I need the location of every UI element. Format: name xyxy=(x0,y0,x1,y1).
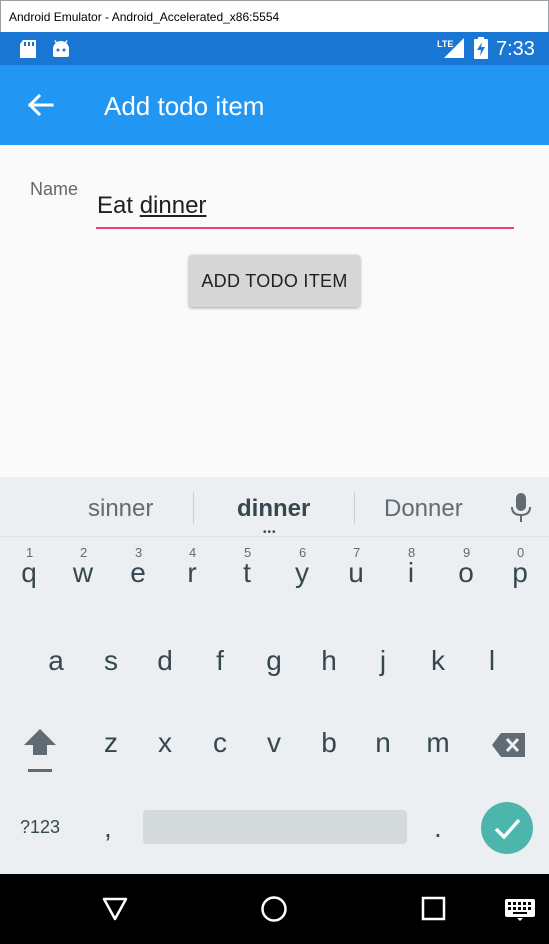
name-value-composing: dinner xyxy=(139,192,207,219)
triangle-back-icon[interactable] xyxy=(101,896,129,922)
page-title: Add todo item xyxy=(104,91,265,121)
checkmark-icon xyxy=(494,818,521,840)
key-hint: 7 xyxy=(353,545,361,560)
key-c[interactable]: c xyxy=(195,727,245,759)
key-l[interactable]: l xyxy=(467,645,517,677)
key-d[interactable]: d xyxy=(140,645,190,677)
status-bar: LTE 7:33 xyxy=(0,32,549,65)
key-y[interactable]: y6 xyxy=(277,545,327,589)
key-h[interactable]: h xyxy=(304,645,354,677)
microphone-icon[interactable] xyxy=(510,493,532,523)
key-o[interactable]: o9 xyxy=(441,545,491,589)
key-q[interactable]: q1 xyxy=(4,545,54,589)
square-recents-icon[interactable] xyxy=(421,896,447,922)
name-label: Name xyxy=(30,179,79,199)
navigation-bar xyxy=(0,874,549,944)
status-time: 7:33 xyxy=(496,38,535,60)
key-hint: 5 xyxy=(244,545,252,560)
key-label: q xyxy=(21,557,37,588)
key-g[interactable]: g xyxy=(249,645,299,677)
suggestion-sinner[interactable]: sinner xyxy=(88,495,153,523)
key-hint: 6 xyxy=(299,545,307,560)
key-j[interactable]: j xyxy=(358,645,408,677)
key-n[interactable]: n xyxy=(358,727,408,759)
key-w[interactable]: w2 xyxy=(58,545,108,589)
key-label: u xyxy=(348,557,364,588)
key-label: r xyxy=(187,557,197,588)
battery-charging-icon xyxy=(474,37,488,59)
key-label: e xyxy=(130,557,146,588)
key-z[interactable]: z xyxy=(86,727,136,759)
key-s[interactable]: s xyxy=(86,645,136,677)
key-k[interactable]: k xyxy=(413,645,463,677)
add-todo-item-button[interactable]: ADD TODO ITEM xyxy=(189,255,360,307)
suggestion-divider xyxy=(193,492,194,524)
key-a[interactable]: a xyxy=(31,645,81,677)
backspace-icon[interactable] xyxy=(491,731,527,759)
soft-keyboard: sinner dinner ••• Donner q1 w2 e3 r4 t5 … xyxy=(0,477,549,874)
name-value-prefix: Eat xyxy=(97,192,140,219)
content-area: Name Eat dinner ADD TODO ITEM xyxy=(0,145,549,477)
key-hint: 3 xyxy=(135,545,143,560)
key-hint: 1 xyxy=(26,545,34,560)
key-label: t xyxy=(243,557,251,588)
key-t[interactable]: t5 xyxy=(222,545,272,589)
key-i[interactable]: i8 xyxy=(386,545,436,589)
more-suggestions-indicator: ••• xyxy=(263,527,277,538)
key-hint: 9 xyxy=(463,545,471,560)
suggestion-strip: sinner dinner ••• Donner xyxy=(0,477,549,538)
key-hint: 4 xyxy=(189,545,197,560)
key-label: o xyxy=(458,557,474,588)
key-r[interactable]: r4 xyxy=(167,545,217,589)
suggestion-divider xyxy=(354,492,355,524)
signal-icon xyxy=(444,38,464,58)
arrow-left-icon[interactable] xyxy=(26,93,54,117)
key-p[interactable]: p0 xyxy=(495,545,545,589)
key-v[interactable]: v xyxy=(249,727,299,759)
spacebar[interactable] xyxy=(143,810,407,844)
name-input[interactable]: Eat dinner xyxy=(96,189,514,229)
sd-card-icon xyxy=(20,40,36,58)
symbols-key[interactable]: ?123 xyxy=(20,817,60,838)
key-u[interactable]: u7 xyxy=(331,545,381,589)
key-hint: 2 xyxy=(80,545,88,560)
key-f[interactable]: f xyxy=(195,645,245,677)
app-bar: Add todo item xyxy=(0,65,549,145)
circle-home-icon[interactable] xyxy=(260,895,288,923)
key-hint: 8 xyxy=(408,545,416,560)
key-e[interactable]: e3 xyxy=(113,545,163,589)
suggestion-dinner[interactable]: dinner xyxy=(237,495,310,523)
window-title: Android Emulator - Android_Accelerated_x… xyxy=(0,0,549,32)
android-icon xyxy=(53,40,69,57)
key-b[interactable]: b xyxy=(304,727,354,759)
key-x[interactable]: x xyxy=(140,727,190,759)
keyboard-icon[interactable] xyxy=(505,899,535,921)
key-label: y xyxy=(295,557,309,588)
enter-key[interactable] xyxy=(481,802,533,854)
key-label: w xyxy=(72,557,94,588)
period-key[interactable]: . xyxy=(434,812,442,844)
suggestion-donner[interactable]: Donner xyxy=(384,495,463,523)
shift-icon[interactable] xyxy=(22,727,58,775)
key-hint: 0 xyxy=(517,545,525,560)
key-label: i xyxy=(407,557,415,588)
comma-key[interactable]: , xyxy=(104,812,112,844)
key-label: p xyxy=(512,557,528,588)
key-m[interactable]: m xyxy=(413,727,463,759)
